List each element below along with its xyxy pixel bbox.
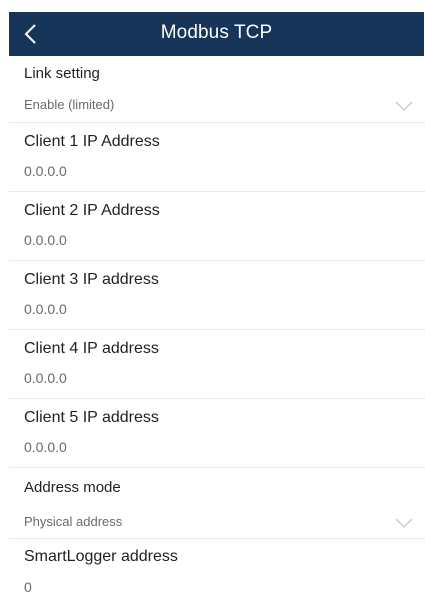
client-1-ip-label: Client 1 IP Address [24, 133, 160, 150]
address-mode-label: Address mode [24, 479, 121, 496]
client-5-ip-value[interactable]: 0.0.0.0 [24, 439, 67, 455]
smartlogger-address-label: SmartLogger address [24, 548, 178, 565]
client-1-ip-value[interactable]: 0.0.0.0 [24, 163, 67, 179]
client-3-ip-value[interactable]: 0.0.0.0 [24, 301, 67, 317]
header-bar: Modbus TCP [9, 12, 424, 56]
page-title: Modbus TCP [160, 22, 273, 43]
address-mode-value: Physical address [24, 514, 123, 529]
modbus-tcp-screen: Modbus TCP Link setting Enable (limited)… [0, 0, 425, 601]
client-3-ip-field[interactable]: Client 3 IP address 0.0.0.0 [9, 260, 425, 330]
client-2-ip-value[interactable]: 0.0.0.0 [24, 232, 67, 248]
smartlogger-address-value[interactable]: 0 [24, 579, 32, 595]
client-5-ip-label: Client 5 IP address [24, 409, 159, 426]
chevron-down-icon [395, 517, 413, 529]
address-mode-select[interactable]: Address mode Physical address [9, 467, 425, 539]
smartlogger-address-field[interactable]: SmartLogger address 0 [9, 538, 425, 601]
client-4-ip-label: Client 4 IP address [24, 340, 159, 357]
link-setting-label: Link setting [24, 65, 100, 82]
client-4-ip-field[interactable]: Client 4 IP address 0.0.0.0 [9, 329, 425, 399]
client-1-ip-field[interactable]: Client 1 IP Address 0.0.0.0 [9, 122, 425, 192]
link-setting-select[interactable]: Link setting Enable (limited) [9, 56, 425, 123]
client-4-ip-value[interactable]: 0.0.0.0 [24, 370, 67, 386]
link-setting-value: Enable (limited) [24, 97, 115, 112]
chevron-down-icon [395, 100, 413, 112]
client-5-ip-field[interactable]: Client 5 IP address 0.0.0.0 [9, 398, 425, 468]
client-3-ip-label: Client 3 IP address [24, 271, 159, 288]
client-2-ip-field[interactable]: Client 2 IP Address 0.0.0.0 [9, 191, 425, 261]
client-2-ip-label: Client 2 IP Address [24, 202, 160, 219]
